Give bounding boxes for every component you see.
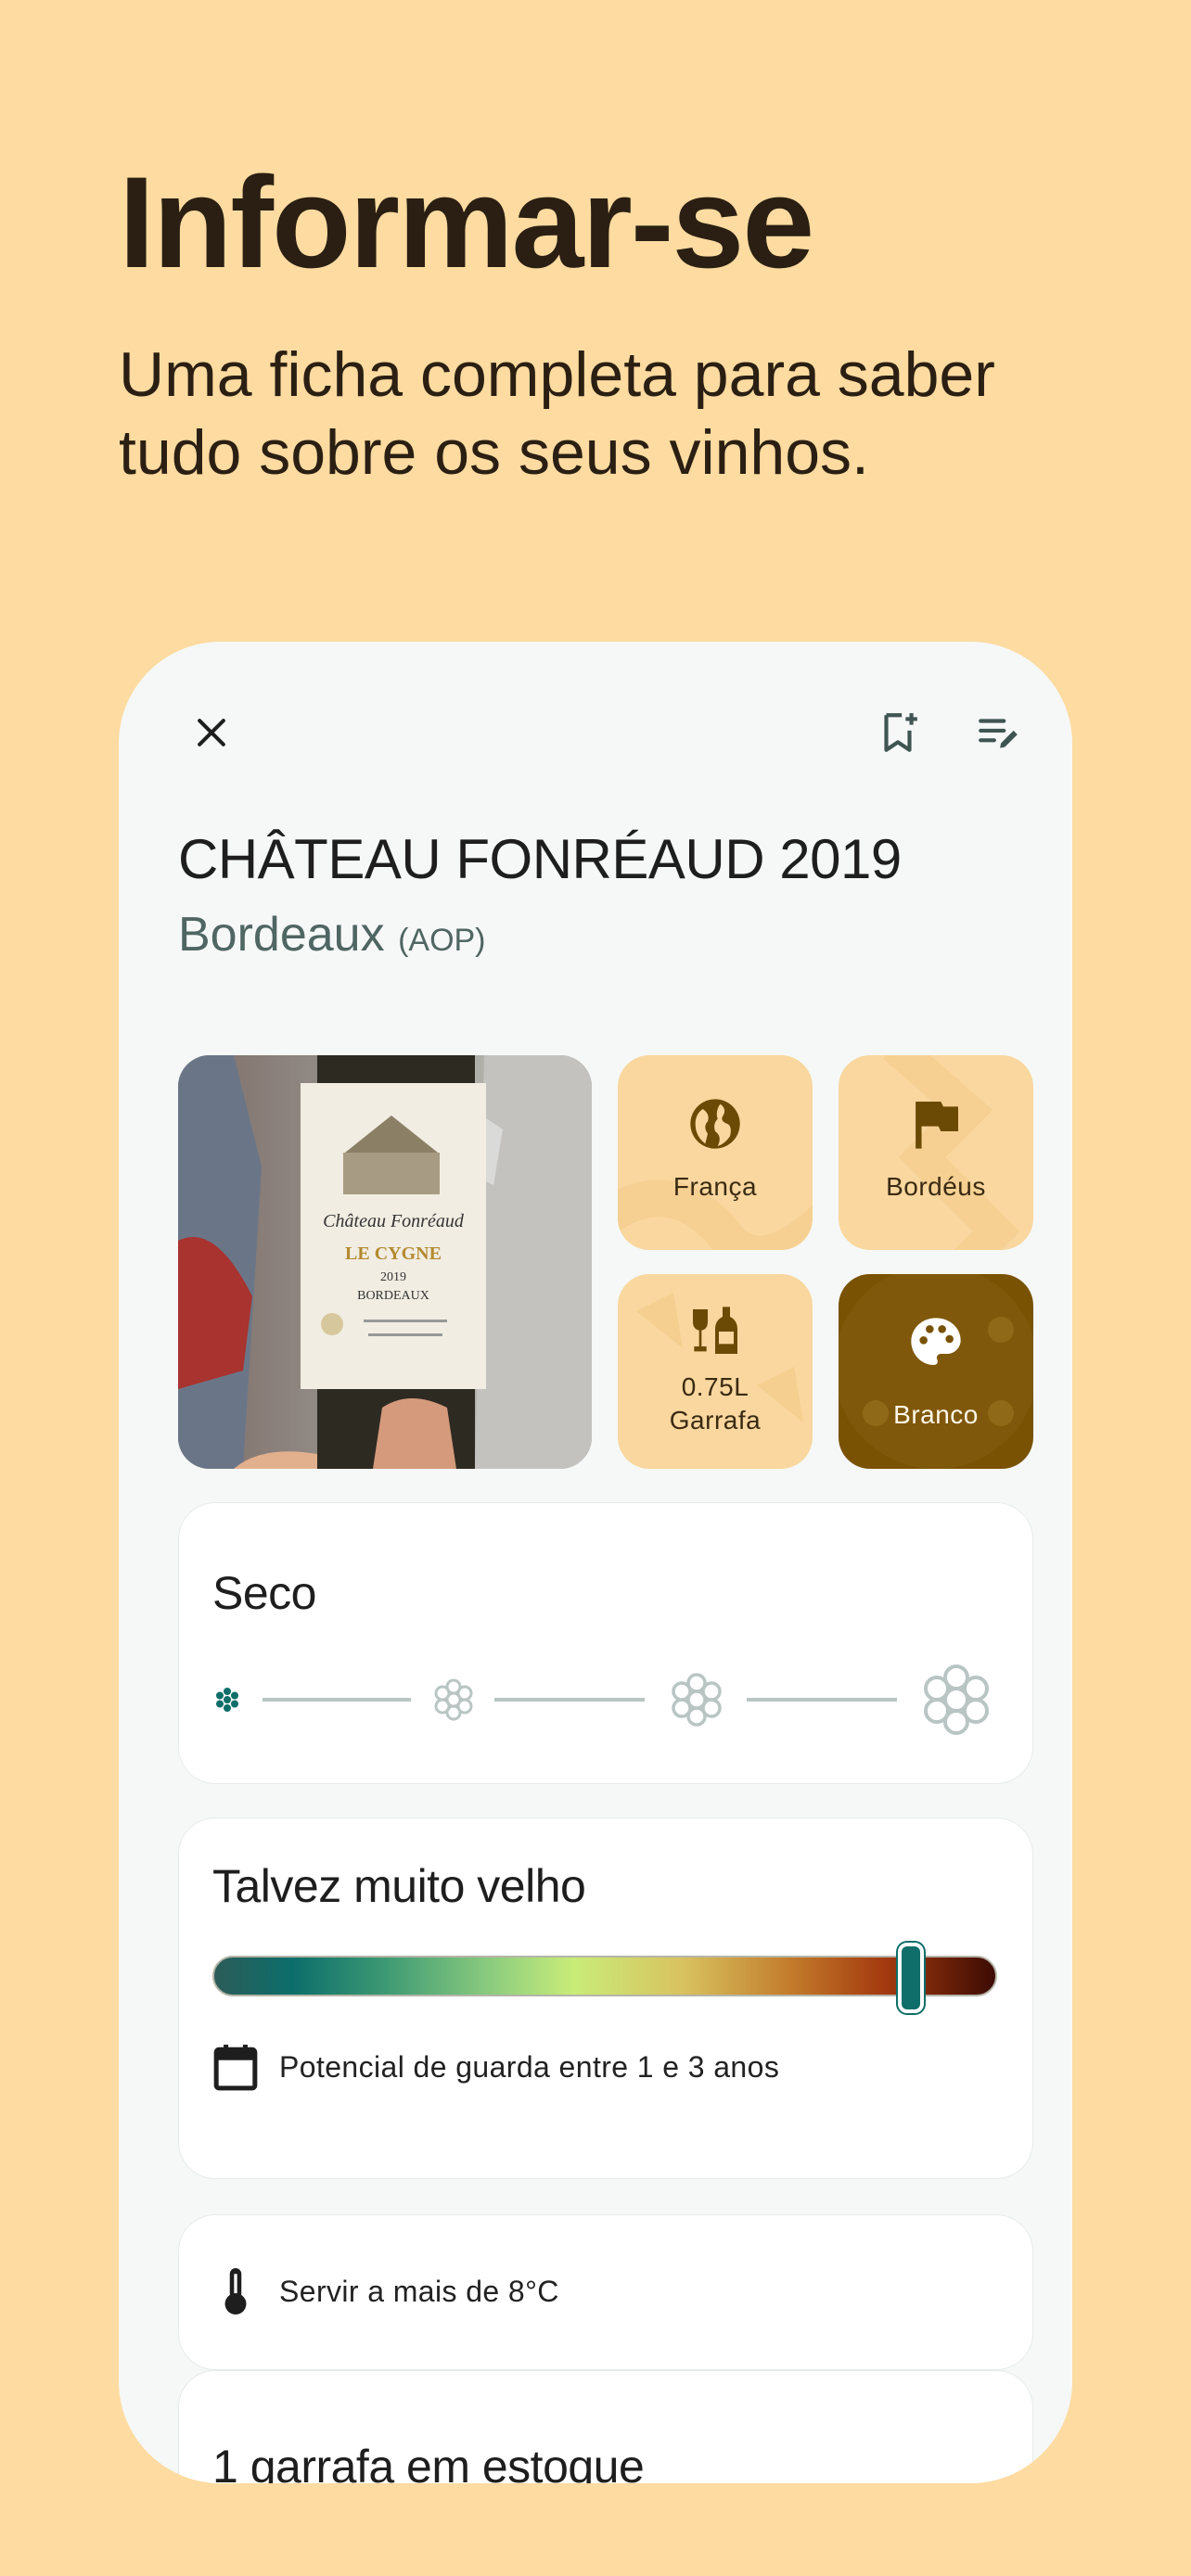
sweetness-card[interactable]: Seco bbox=[178, 1502, 1033, 1784]
bookmark-add-icon bbox=[884, 713, 917, 752]
edit-list-icon bbox=[979, 719, 1018, 748]
phone-frame: CHÂTEAU FONRÉAUD 2019 Bordeaux (AOP) Châ… bbox=[119, 642, 1072, 2483]
tile-color-label: Branco bbox=[893, 1400, 979, 1429]
thermometer-icon bbox=[224, 2268, 247, 2315]
promo-subhead: Uma ficha completa para saber tudo sobre… bbox=[119, 339, 995, 488]
sweetness-title: Seco bbox=[212, 1567, 316, 1619]
tile-country-label: França bbox=[672, 1172, 758, 1201]
photo-label-4: BORDEAUX bbox=[357, 1289, 429, 1303]
photo-label-3: 2019 bbox=[380, 1270, 406, 1284]
edit-button[interactable] bbox=[961, 695, 1035, 770]
photo-label-2: LE CYGNE bbox=[345, 1243, 442, 1264]
aging-info-row: Potencial de guarda entre 1 e 3 anos bbox=[212, 2041, 779, 2093]
tile-region[interactable]: Bordéus bbox=[839, 1055, 1033, 1250]
photo-label-1: Château Fonréaud bbox=[323, 1211, 465, 1231]
stock-card[interactable]: 1 garrafa em estoque bbox=[178, 2370, 1033, 2483]
aging-gauge bbox=[212, 1956, 997, 1996]
sweetness-level-3-icon[interactable] bbox=[672, 1673, 722, 1727]
close-button[interactable] bbox=[174, 695, 249, 770]
serving-card[interactable]: Servir a mais de 8°C bbox=[178, 2214, 1033, 2370]
sweetness-level-4-icon[interactable] bbox=[924, 1664, 989, 1735]
aging-card[interactable]: Talvez muito velho Potencial de guarda e… bbox=[178, 1817, 1033, 2179]
sweetness-level-2-icon[interactable] bbox=[434, 1678, 473, 1721]
bottle-photo-image: Château Fonréaud LE CYGNE 2019 BORDEAUX bbox=[178, 1055, 592, 1469]
tile-country[interactable]: França bbox=[618, 1055, 813, 1250]
stock-title: 1 garrafa em estoque bbox=[212, 2441, 645, 2483]
wine-name: CHÂTEAU FONRÉAUD 2019 bbox=[178, 828, 902, 890]
promo-headline: Informar-se bbox=[119, 149, 814, 295]
tile-volume-size: 0.75L bbox=[681, 1372, 749, 1401]
tile-volume[interactable]: 0.75L Garrafa bbox=[618, 1274, 813, 1469]
serving-info-row: Servir a mais de 8°C bbox=[212, 2265, 559, 2317]
tile-region-label: Bordéus bbox=[886, 1172, 986, 1201]
globe-icon bbox=[690, 1099, 740, 1149]
sweetness-scale bbox=[216, 1664, 989, 1735]
flag-icon bbox=[916, 1102, 958, 1149]
bottle-glass-icon bbox=[693, 1307, 737, 1354]
serving-info-text: Servir a mais de 8°C bbox=[279, 2274, 559, 2308]
palette-icon bbox=[911, 1318, 961, 1365]
tile-color[interactable]: Branco bbox=[839, 1274, 1033, 1469]
sweetness-level-1-icon[interactable] bbox=[216, 1688, 238, 1712]
bookmark-add-button[interactable] bbox=[861, 695, 935, 770]
appellation-badge: (AOP) bbox=[398, 923, 486, 958]
aging-info-text: Potencial de guarda entre 1 e 3 anos bbox=[279, 2049, 780, 2084]
aging-gauge-marker bbox=[897, 1943, 924, 2013]
wine-photo[interactable]: Château Fonréaud LE CYGNE 2019 BORDEAUX bbox=[178, 1055, 592, 1469]
region-name: Bordeaux bbox=[178, 908, 385, 962]
tile-volume-label: 0.75L Garrafa bbox=[670, 1371, 761, 1437]
tile-volume-type: Garrafa bbox=[669, 1406, 762, 1435]
calendar-icon bbox=[213, 2045, 258, 2091]
close-icon bbox=[198, 719, 225, 746]
wine-region: Bordeaux (AOP) bbox=[178, 907, 486, 963]
aging-title: Talvez muito velho bbox=[212, 1860, 586, 1912]
